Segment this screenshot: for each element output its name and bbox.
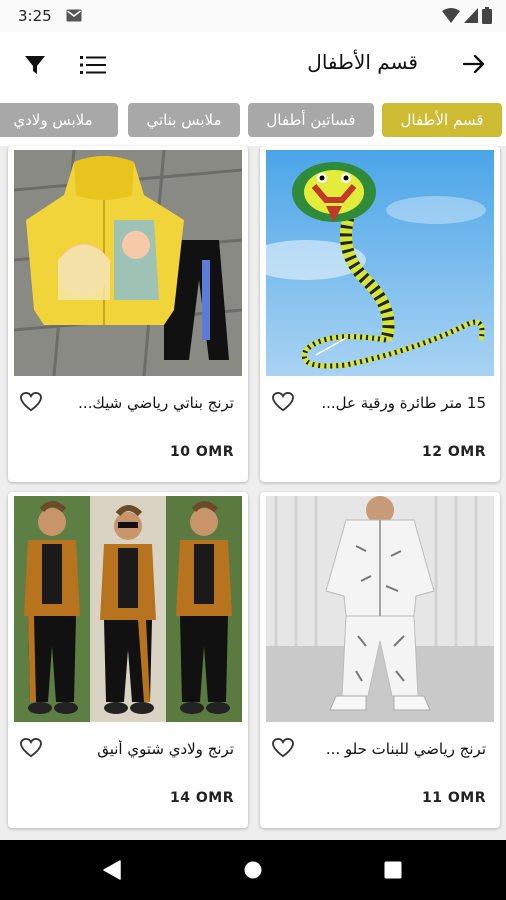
white-tracksuit-image xyxy=(266,496,494,722)
product-card[interactable]: ترنج بناتي رياضي شيك... 10 OMR xyxy=(8,146,248,482)
status-bar: 3:25 xyxy=(0,0,506,32)
status-time: 3:25 xyxy=(18,7,52,25)
battery-icon xyxy=(482,7,492,24)
list-view-icon[interactable] xyxy=(80,54,106,76)
yellow-tracksuit-image xyxy=(14,150,242,376)
chip-kids-dresses[interactable]: فساتين أطفال xyxy=(248,103,374,137)
product-price: 10 OMR xyxy=(170,444,234,460)
product-image-boys-outfit[interactable] xyxy=(14,496,242,722)
nav-back-icon[interactable] xyxy=(103,860,121,880)
favorite-heart-icon[interactable] xyxy=(272,392,294,412)
favorite-heart-icon[interactable] xyxy=(272,738,294,758)
product-name: ترنج ولادي شتوي أنيق xyxy=(97,740,234,758)
chip-girls-clothes[interactable]: ملابس بناتي xyxy=(128,103,240,137)
chip-boys-clothes[interactable]: ملابس ولادي xyxy=(0,103,118,137)
nav-home-icon[interactable] xyxy=(243,860,263,880)
product-grid: 15 متر طائرة ورقية عل... 12 OMR ترنج بنا… xyxy=(0,146,506,840)
cell-signal-icon xyxy=(464,8,478,23)
wifi-icon xyxy=(442,8,460,23)
product-card[interactable]: ترنج رياضي للبنات حلو ... 11 OMR xyxy=(260,492,500,828)
product-name: 15 متر طائرة ورقية عل... xyxy=(321,394,486,412)
page-title: قسم الأطفال xyxy=(307,50,418,74)
app-bar: قسم الأطفال xyxy=(0,32,506,98)
category-chips: قسم الأطفال فساتين أطفال ملابس بناتي ملا… xyxy=(0,100,506,142)
filter-icon[interactable] xyxy=(24,54,46,76)
product-image-girls-tracksuit[interactable] xyxy=(14,150,242,376)
product-price: 12 OMR xyxy=(422,444,486,460)
product-card[interactable]: ترنج ولادي شتوي أنيق 14 OMR xyxy=(8,492,248,828)
back-arrow-icon[interactable] xyxy=(462,52,486,76)
product-price: 11 OMR xyxy=(422,790,486,806)
boys-outfit-image xyxy=(14,496,242,722)
product-name: ترنج رياضي للبنات حلو ... xyxy=(325,740,486,758)
product-price: 14 OMR xyxy=(170,790,234,806)
product-name: ترنج بناتي رياضي شيك... xyxy=(78,394,234,412)
favorite-heart-icon[interactable] xyxy=(20,392,42,412)
chip-kids-section[interactable]: قسم الأطفال xyxy=(382,103,502,137)
product-image-kite[interactable] xyxy=(266,150,494,376)
favorite-heart-icon[interactable] xyxy=(20,738,42,758)
mail-icon xyxy=(66,9,82,22)
nav-recents-icon[interactable] xyxy=(384,861,402,879)
product-card[interactable]: 15 متر طائرة ورقية عل... 12 OMR xyxy=(260,146,500,482)
kite-image xyxy=(266,150,494,376)
product-image-white-tracksuit[interactable] xyxy=(266,496,494,722)
system-nav-bar xyxy=(0,840,506,900)
